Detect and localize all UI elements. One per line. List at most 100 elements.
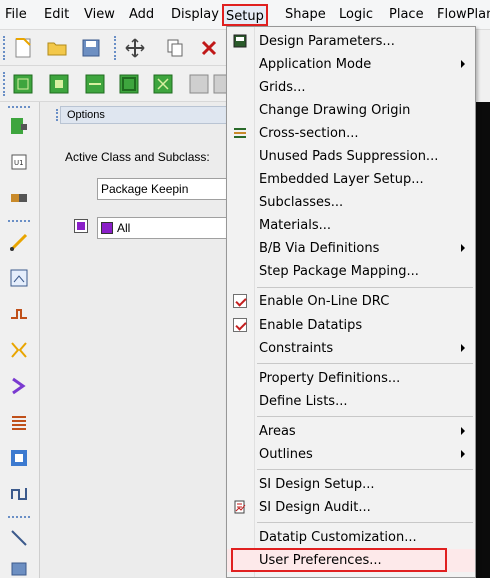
options-panel: Options Active Class and Subclass: Packa… (40, 102, 270, 578)
green-board-icon[interactable] (48, 73, 70, 95)
menu-item-embedded-layer-setup[interactable]: Embedded Layer Setup... (227, 168, 475, 191)
menu-shape[interactable]: Shape (285, 7, 326, 22)
menu-separator (257, 363, 473, 364)
slide-icon[interactable] (9, 268, 29, 288)
menu-separator (257, 287, 473, 288)
panel-grip[interactable] (56, 109, 59, 121)
toolbar-grip[interactable] (3, 72, 6, 96)
options-title: Options (67, 109, 105, 121)
menu-place[interactable]: Place (389, 7, 424, 22)
submenu-arrow-icon (461, 60, 465, 68)
menu-item-grids[interactable]: Grids... (227, 76, 475, 99)
menu-item-areas[interactable]: Areas (227, 420, 475, 443)
menu-view[interactable]: View (84, 7, 115, 22)
menu-item-cross-section[interactable]: Cross-section... (227, 122, 475, 145)
options-panel-header: Options (56, 106, 230, 124)
gray-board-icon[interactable] (188, 73, 210, 95)
bus-icon[interactable] (9, 412, 29, 432)
save-icon[interactable] (80, 37, 102, 59)
menu-item-materials[interactable]: Materials... (227, 214, 475, 237)
menu-item-label: Outlines (259, 447, 313, 462)
menu-item-label: Embedded Layer Setup... (259, 172, 424, 187)
menu-item-label: Change Drawing Origin (259, 103, 411, 118)
menu-item-step-package-mapping[interactable]: Step Package Mapping... (227, 260, 475, 283)
rectangle-icon[interactable] (9, 558, 29, 578)
menu-item-define-lists[interactable]: Define Lists... (227, 390, 475, 413)
menu-logic[interactable]: Logic (339, 7, 373, 22)
subclass-select-value: All (117, 221, 131, 235)
cross-section-icon (234, 128, 246, 138)
grid-board-icon[interactable] (9, 448, 29, 468)
menu-item-outlines[interactable]: Outlines (227, 443, 475, 466)
menu-item-unused-pads-suppression[interactable]: Unused Pads Suppression... (227, 145, 475, 168)
connect-icon[interactable] (9, 340, 29, 360)
menu-item-label: Application Mode (259, 57, 372, 72)
menu-item-label: Define Lists... (259, 394, 348, 409)
left-toolbar: U1 (0, 102, 40, 578)
menu-item-enable-datatips[interactable]: Enable Datatips (227, 314, 475, 337)
menu-flowplan[interactable]: FlowPlan (437, 7, 490, 22)
subclass-color-chip (101, 222, 113, 234)
menu-item-si-design-audit[interactable]: SI Design Audit... (227, 496, 475, 519)
route-icon[interactable] (9, 232, 29, 252)
menu-item-label: Cross-section... (259, 126, 359, 141)
toolbar-grip[interactable] (3, 36, 6, 60)
toolbar-grip[interactable] (114, 36, 117, 60)
checkmark-icon (233, 294, 247, 308)
color-chip (77, 222, 85, 230)
menu-item-label: SI Design Audit... (259, 500, 371, 515)
menu-item-datatip-customization[interactable]: Datatip Customization... (227, 526, 475, 549)
menu-item-design-parameters[interactable]: Design Parameters... (227, 30, 475, 53)
move-icon[interactable] (124, 37, 146, 59)
menu-item-constraints[interactable]: Constraints (227, 337, 475, 360)
green-board-icon[interactable] (12, 73, 34, 95)
menu-separator (257, 416, 473, 417)
component-icon[interactable] (9, 116, 29, 136)
si-audit-icon (234, 500, 246, 514)
green-board-icon[interactable] (152, 73, 174, 95)
menu-item-label: Design Parameters... (259, 34, 395, 49)
copy-icon[interactable] (164, 37, 186, 59)
setup-menu: Design Parameters... Application Mode Gr… (226, 26, 476, 578)
menu-item-label: Enable Datatips (259, 318, 363, 333)
menu-item-subclasses[interactable]: Subclasses... (227, 191, 475, 214)
submenu-arrow-icon (461, 427, 465, 435)
menu-separator (257, 469, 473, 470)
menu-item-enable-online-drc[interactable]: Enable On-Line DRC (227, 290, 475, 313)
chip-icon[interactable]: U1 (9, 152, 29, 172)
active-class-label: Active Class and Subclass: (65, 150, 210, 164)
highlight-box (231, 548, 447, 572)
menu-item-application-mode[interactable]: Application Mode (227, 53, 475, 76)
menu-item-label: Constraints (259, 341, 334, 356)
toolbar-grip[interactable] (8, 516, 30, 519)
menu-item-bb-via-definitions[interactable]: B/B Via Definitions (227, 237, 475, 260)
menu-add[interactable]: Add (129, 7, 154, 22)
green-board-icon[interactable] (118, 73, 140, 95)
open-folder-icon[interactable] (46, 37, 68, 59)
toolbar-grip[interactable] (8, 220, 30, 223)
menu-item-property-definitions[interactable]: Property Definitions... (227, 367, 475, 390)
toolbar-grip[interactable] (8, 106, 30, 109)
menu-item-si-design-setup[interactable]: SI Design Setup... (227, 473, 475, 496)
menu-file[interactable]: File (5, 7, 27, 22)
menu-setup[interactable]: Setup (222, 4, 268, 26)
menu-item-label: Datatip Customization... (259, 530, 417, 545)
glossing-icon[interactable] (9, 484, 29, 504)
connector-icon[interactable] (9, 188, 29, 208)
menu-display[interactable]: Display (171, 7, 219, 22)
subclass-color-swatch[interactable] (74, 219, 88, 233)
submenu-arrow-icon (461, 244, 465, 252)
menu-edit[interactable]: Edit (44, 7, 69, 22)
line-icon[interactable] (9, 528, 29, 548)
menu-item-change-drawing-origin[interactable]: Change Drawing Origin (227, 99, 475, 122)
menu-item-label: Areas (259, 424, 296, 439)
menu-item-label: B/B Via Definitions (259, 241, 380, 256)
menu-item-label: Grids... (259, 80, 306, 95)
delete-icon[interactable] (198, 37, 220, 59)
fanout-icon[interactable] (9, 304, 29, 324)
menu-item-label: Property Definitions... (259, 371, 401, 386)
new-file-icon[interactable] (12, 37, 34, 59)
menu-separator (257, 522, 473, 523)
spread-icon[interactable] (9, 376, 29, 396)
green-board-icon[interactable] (84, 73, 106, 95)
